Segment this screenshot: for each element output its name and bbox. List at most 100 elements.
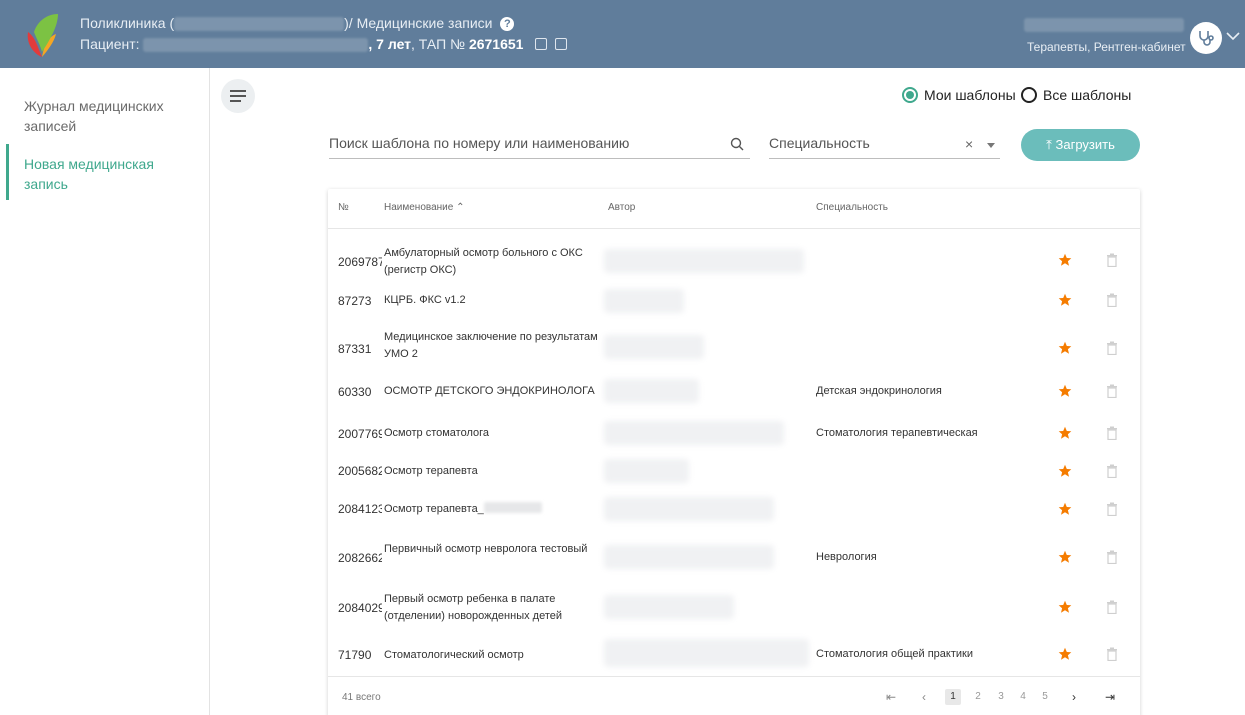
radio-all-templates[interactable]: Все шаблоны <box>1021 87 1131 103</box>
row-author-blurred <box>604 459 689 483</box>
templates-table: № Наименование ⌃ Автор Специальность 206… <box>328 189 1140 715</box>
page-button-2[interactable]: 2 <box>970 689 986 705</box>
row-number: 2005682 <box>338 464 382 478</box>
menu-icon-line <box>230 100 241 102</box>
favorite-star-icon[interactable] <box>1058 253 1072 267</box>
row-name: Первичный осмотр невролога тестовый <box>384 543 588 555</box>
trash-icon[interactable] <box>1106 502 1118 516</box>
favorite-star-icon[interactable] <box>1058 384 1072 398</box>
row-number: 60330 <box>338 385 372 399</box>
user-avatar[interactable] <box>1190 22 1222 54</box>
user-name-blurred <box>1024 18 1184 32</box>
patient-label: Пациент: <box>80 36 140 52</box>
radio-selected-icon[interactable] <box>902 87 918 103</box>
row-author-blurred <box>604 421 784 445</box>
row-name: Амбулаторный осмотр больного с ОКС (реги… <box>384 247 583 276</box>
trash-icon[interactable] <box>1106 600 1118 614</box>
row-specialty: Стоматология общей практики <box>816 648 973 660</box>
row-name: Осмотр стоматолога <box>384 427 490 439</box>
row-specialty: Стоматология терапевтическая <box>816 427 978 439</box>
clinic-title: Поликлиника ()/ Медицинские записи ? <box>80 15 515 32</box>
page-button-3[interactable]: 3 <box>993 689 1009 705</box>
row-author-blurred <box>604 379 699 403</box>
next-page-icon[interactable]: › <box>1066 689 1082 705</box>
clinic-logo-icon <box>27 14 58 57</box>
row-name: Медицинское заключение по результатам УМ… <box>384 331 598 360</box>
col-header-author[interactable]: Автор <box>608 202 635 213</box>
menu-toggle-button[interactable] <box>221 79 255 113</box>
trash-icon[interactable] <box>1106 647 1118 661</box>
upload-button[interactable]: ⤒ Загрузить <box>1021 129 1140 161</box>
footer-divider <box>328 676 1140 677</box>
trash-icon[interactable] <box>1106 293 1118 307</box>
favorite-star-icon[interactable] <box>1058 550 1072 564</box>
card-icon[interactable] <box>555 38 568 50</box>
favorite-star-icon[interactable] <box>1058 502 1072 516</box>
template-search[interactable] <box>329 135 750 159</box>
patient-age: , 7 лет <box>368 36 412 52</box>
total-count: 41 всего <box>342 692 381 703</box>
tap-label: , ТАП № <box>411 36 466 52</box>
help-icon[interactable]: ? <box>500 17 515 31</box>
favorite-star-icon[interactable] <box>1058 647 1072 661</box>
row-name: Осмотр терапевта <box>384 465 478 477</box>
radio-unselected-icon[interactable] <box>1021 87 1037 103</box>
sidebar-item-journal[interactable]: Журнал медицинских записей <box>24 96 194 136</box>
specialty-placeholder: Специальность <box>769 135 870 151</box>
row-name-wrap: Осмотр терапевта_ <box>384 501 598 518</box>
radio-my-label: Мои шаблоны <box>924 87 1016 103</box>
col-header-specialty[interactable]: Специальность <box>816 202 888 213</box>
clinic-prefix: Поликлиника ( <box>80 15 175 31</box>
favorite-star-icon[interactable] <box>1058 600 1072 614</box>
col-header-num[interactable]: № <box>338 202 349 213</box>
row-number: 2084029 <box>338 601 382 615</box>
chevron-down-icon[interactable] <box>1226 32 1240 41</box>
sidebar-item-new-record[interactable]: Новая медицинская запись <box>24 154 194 194</box>
first-page-icon[interactable]: ⇤ <box>883 689 899 705</box>
row-specialty: Неврология <box>816 551 877 563</box>
page-button-5[interactable]: 5 <box>1037 689 1053 705</box>
row-author-blurred <box>604 249 804 273</box>
trash-icon[interactable] <box>1106 550 1118 564</box>
row-name: Первый осмотр ребенка в палате (отделени… <box>384 593 562 622</box>
row-number: 2082662 <box>338 551 382 565</box>
menu-icon <box>230 90 246 92</box>
clear-icon[interactable]: × <box>965 136 973 152</box>
name-suffix-blurred <box>483 502 542 513</box>
favorite-star-icon[interactable] <box>1058 341 1072 355</box>
last-page-icon[interactable]: ⇥ <box>1102 689 1118 705</box>
specialty-select[interactable]: Специальность × <box>769 135 1000 159</box>
trash-icon[interactable] <box>1106 384 1118 398</box>
search-input[interactable] <box>329 135 719 151</box>
search-icon[interactable] <box>730 137 744 151</box>
stethoscope-icon <box>1199 31 1214 46</box>
favorite-star-icon[interactable] <box>1058 426 1072 440</box>
row-name: ОСМОТР ДЕТСКОГО ЭНДОКРИНОЛОГА <box>384 385 595 397</box>
favorite-star-icon[interactable] <box>1058 293 1072 307</box>
top-header: Поликлиника ()/ Медицинские записи ? Пац… <box>0 0 1245 68</box>
row-number: 2069787 <box>338 255 382 269</box>
row-name: Осмотр терапевта_ <box>384 503 484 515</box>
trash-icon[interactable] <box>1106 426 1118 440</box>
dropdown-arrow-icon[interactable] <box>987 143 995 148</box>
trash-icon[interactable] <box>1106 464 1118 478</box>
favorite-star-icon[interactable] <box>1058 464 1072 478</box>
row-number: 2084123 <box>338 502 382 516</box>
radio-my-templates[interactable]: Мои шаблоны <box>902 87 1016 103</box>
row-author-blurred <box>604 497 774 521</box>
col-header-name[interactable]: Наименование ⌃ <box>384 202 464 213</box>
page-button-4[interactable]: 4 <box>1015 689 1031 705</box>
trash-icon[interactable] <box>1106 253 1118 267</box>
row-number: 2007769 <box>338 427 382 441</box>
row-author-blurred <box>604 335 704 359</box>
tap-number: 2671651 <box>468 36 524 52</box>
sidebar: Журнал медицинских записей Новая медицин… <box>0 68 210 715</box>
row-author-blurred <box>604 289 684 313</box>
patient-name-blurred <box>143 38 369 53</box>
row-specialty: Детская эндокринология <box>816 385 942 397</box>
prev-page-icon[interactable]: ‹ <box>916 689 932 705</box>
trash-icon[interactable] <box>1106 341 1118 355</box>
open-link-icon[interactable] <box>535 38 548 50</box>
sidebar-active-indicator <box>6 144 9 200</box>
page-button-1[interactable]: 1 <box>945 689 961 705</box>
